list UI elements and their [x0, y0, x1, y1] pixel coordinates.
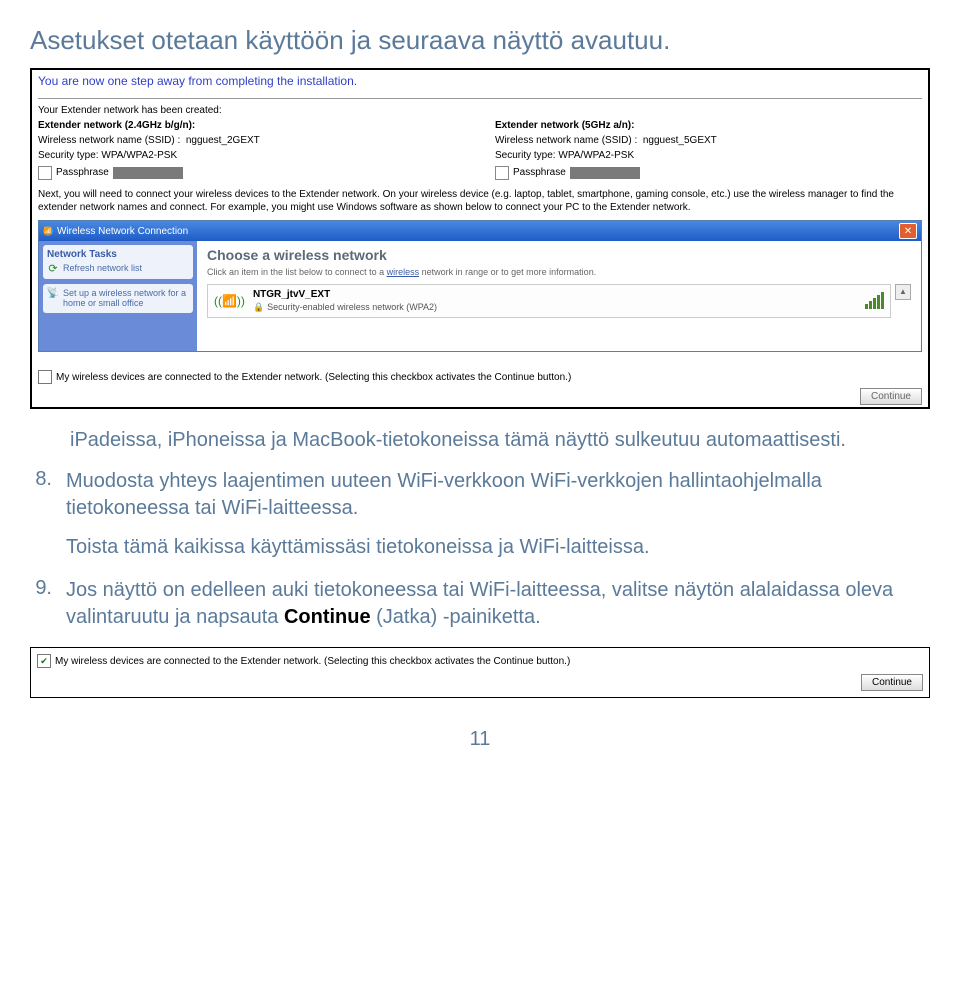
step-8: 8. Muodosta yhteys laajentimen uuteen Wi…: [30, 468, 930, 561]
created-label: Your Extender network has been created:: [38, 105, 922, 116]
signal-bars-icon: [865, 292, 884, 309]
step-9: 9. Jos näyttö on edelleen auki tietokone…: [30, 577, 930, 631]
passphrase-box: [495, 166, 509, 180]
window-titlebar: 📶 Wireless Network Connection ✕: [39, 221, 921, 241]
net24-heading: Extender network (2.4GHz b/g/n):: [38, 118, 465, 133]
net5-ssid-label: Wireless network name (SSID) :: [495, 135, 637, 146]
wireless-window: 📶 Wireless Network Connection ✕ Network …: [38, 220, 922, 352]
net5-heading: Extender network (5GHz a/n):: [495, 118, 922, 133]
passphrase-mask: [570, 167, 640, 179]
network-24ghz-column: Extender network (2.4GHz b/g/n): Wireles…: [38, 118, 465, 180]
continue-bold: Continue: [284, 606, 371, 628]
ipad-note: iPadeissa, iPhoneissa ja MacBook-tietoko…: [70, 427, 930, 454]
devices-connected-checkbox[interactable]: [38, 370, 52, 384]
page-title: Asetukset otetaan käyttöön ja seuraava n…: [30, 25, 930, 56]
step-8-text-2: Toista tämä kaikissa käyttämissäsi tieto…: [66, 534, 930, 561]
devices-connected-checkbox-checked[interactable]: ✔: [37, 654, 51, 668]
window-title: Wireless Network Connection: [57, 226, 188, 237]
wireless-main-panel: Choose a wireless network Click an item …: [197, 241, 921, 351]
net24-pp-label: Passphrase: [56, 165, 109, 180]
wireless-icon: 📶: [43, 226, 53, 236]
signal-icon: ((📶)): [214, 294, 245, 308]
network-list-item[interactable]: ((📶)) NTGR_jtvV_EXT 🔒 Security-enabled w…: [207, 284, 891, 318]
scroll-up-button[interactable]: ▲: [895, 284, 911, 300]
checkbox-label: My wireless devices are connected to the…: [56, 372, 571, 383]
sidebar-setup-label: Set up a wireless network for a home or …: [63, 288, 189, 309]
sidebar-setup[interactable]: 📡 Set up a wireless network for a home o…: [47, 288, 189, 309]
lock-icon: 🔒: [253, 302, 264, 313]
continue-button[interactable]: Continue: [860, 388, 922, 405]
choose-subtext: Click an item in the list below to conne…: [207, 267, 911, 278]
subtext-b: network in range or to get more informat…: [419, 267, 596, 277]
net5-sec: WPA/WPA2-PSK: [558, 150, 634, 161]
sidebar-refresh[interactable]: ⟳ Refresh network list: [47, 263, 189, 275]
page-number: 11: [30, 728, 930, 751]
refresh-icon: ⟳: [47, 263, 59, 275]
continue-button-active[interactable]: Continue: [861, 674, 923, 691]
net5-pp-label: Passphrase: [513, 165, 566, 180]
net24-ssid-label: Wireless network name (SSID) :: [38, 135, 180, 146]
step-9-number: 9.: [30, 577, 52, 631]
net5-ssid: ngguest_5GEXT: [643, 135, 717, 146]
instructions-text: Next, you will need to connect your wire…: [38, 188, 922, 214]
sidebar-refresh-label: Refresh network list: [63, 263, 142, 273]
close-icon[interactable]: ✕: [899, 223, 917, 239]
net5-sec-label: Security type:: [495, 150, 556, 161]
install-header: You are now one step away from completin…: [34, 72, 926, 98]
step-8-text-1: Muodosta yhteys laajentimen uuteen WiFi-…: [66, 468, 930, 522]
sidebar: Network Tasks ⟳ Refresh network list 📡 S…: [39, 241, 197, 351]
choose-heading: Choose a wireless network: [207, 247, 911, 263]
subtext-a: Click an item in the list below to conne…: [207, 267, 387, 277]
net24-ssid: ngguest_2GEXT: [186, 135, 260, 146]
step-8-number: 8.: [30, 468, 52, 561]
passphrase-mask: [113, 167, 183, 179]
screenshot-1: You are now one step away from completin…: [30, 68, 930, 409]
wireless-link[interactable]: wireless: [387, 267, 420, 277]
network-name: NTGR_jtvV_EXT: [253, 289, 857, 300]
network-5ghz-column: Extender network (5GHz a/n): Wireless ne…: [495, 118, 922, 180]
sidebar-tasks-heading: Network Tasks: [47, 249, 189, 260]
antenna-icon: 📡: [47, 288, 59, 300]
net24-sec-label: Security type:: [38, 150, 99, 161]
divider: [38, 98, 922, 99]
passphrase-box: [38, 166, 52, 180]
step-9-text-c: (Jatka) -painiketta.: [371, 606, 541, 628]
checkbox-label-2: My wireless devices are connected to the…: [55, 656, 570, 667]
screenshot-2: ✔ My wireless devices are connected to t…: [30, 647, 930, 698]
network-security-label: Security-enabled wireless network (WPA2): [267, 302, 437, 312]
net24-sec: WPA/WPA2-PSK: [101, 150, 177, 161]
